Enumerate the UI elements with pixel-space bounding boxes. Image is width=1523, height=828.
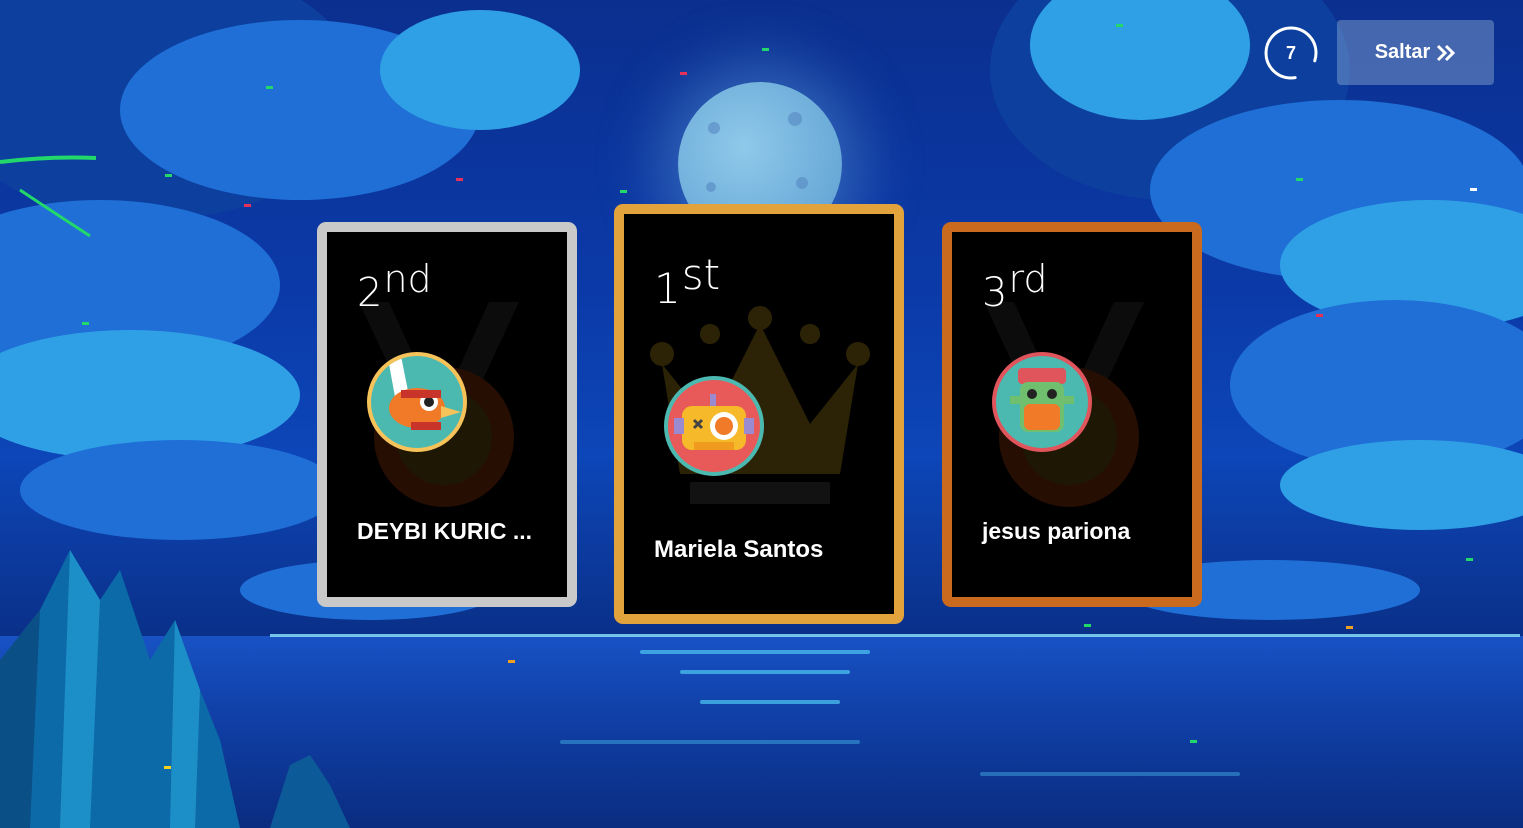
countdown-timer: 7	[1262, 24, 1320, 82]
player-name: DEYBI KURIC ...	[357, 518, 533, 544]
podium-card-second: 2nd DEYBI KURIC ...	[317, 222, 577, 607]
small-rock	[270, 755, 350, 828]
rank-label: 1st	[654, 250, 721, 313]
rank-label: 2nd	[357, 257, 432, 316]
player-name: Mariela Santos	[654, 536, 824, 563]
podium-card-third: 3rd jesus pariona	[942, 222, 1202, 607]
streamer	[0, 155, 97, 238]
skip-button[interactable]: Saltar	[1337, 20, 1494, 85]
jar-monster-avatar-icon	[1010, 368, 1074, 432]
player-avatar	[664, 376, 764, 476]
podium-card-first: 1st Mariela Santos	[614, 204, 904, 624]
horizon-line	[270, 634, 1520, 637]
rank-label: 3rd	[982, 257, 1048, 316]
player-avatar	[367, 352, 467, 452]
cloud	[380, 10, 580, 130]
countdown-value: 7	[1285, 43, 1296, 63]
player-avatar	[992, 352, 1092, 452]
double-chevron-right-icon	[1437, 44, 1456, 61]
pirate-bird-avatar-icon	[389, 356, 461, 430]
cloud	[20, 440, 340, 540]
robot-diver-avatar-icon	[674, 394, 754, 450]
rock-formation	[0, 550, 240, 828]
player-name: jesus pariona	[982, 518, 1131, 544]
skip-button-label: Saltar	[1374, 41, 1431, 63]
